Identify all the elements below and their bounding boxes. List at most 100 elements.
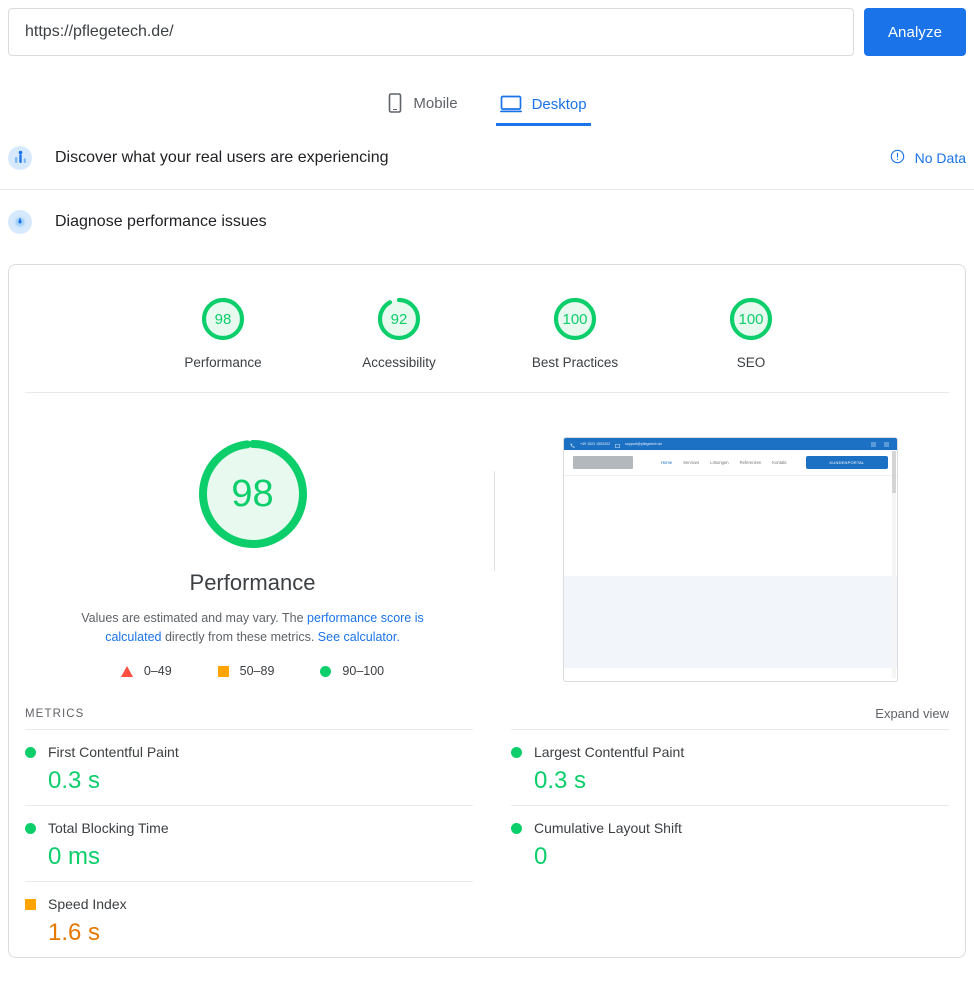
field-data-section[interactable]: Discover what your real users are experi…: [0, 126, 974, 190]
legend-range: 0–49: [143, 664, 172, 678]
metric-first-contentful-paint[interactable]: First Contentful Paint 0.3 s: [25, 729, 473, 805]
field-data-title: Discover what your real users are experi…: [55, 148, 389, 166]
legend-item-average: 50–89: [217, 664, 275, 678]
thumbnail-hero-area: [564, 476, 897, 576]
url-input[interactable]: [8, 8, 854, 56]
diagnose-title: Diagnose performance issues: [55, 213, 267, 230]
category-gauges: 98 Performance 92 Accessibility 100 Best…: [25, 265, 949, 393]
status-square-icon: [25, 898, 36, 910]
metric-value: 0.3 s: [48, 767, 101, 794]
metric-head: Cumulative Layout Shift: [511, 820, 949, 836]
real-users-icon: [8, 145, 32, 170]
legend-item-poor: 0–49: [120, 664, 172, 678]
status-circle-icon: [511, 822, 522, 834]
nav-link-referenzen: Referenzen: [739, 460, 762, 465]
gauge-performance[interactable]: 98 Performance: [164, 295, 282, 370]
note-text-1: Values are estimated and may vary. The: [81, 611, 308, 625]
metrics-column-right: Largest Contentful Paint 0.3 s Cumulativ…: [487, 729, 949, 957]
score-legend: 0–49 50–89 90–100: [120, 664, 385, 678]
circle-icon: [320, 665, 332, 677]
gauge-ring: 92: [375, 295, 423, 343]
metric-value: 0.3 s: [534, 767, 587, 794]
metrics-grid: First Contentful Paint 0.3 s Total Block…: [9, 729, 965, 957]
status-circle-icon: [25, 746, 36, 758]
nav-link-loesungen: Lösungen: [710, 460, 729, 465]
analyze-button[interactable]: Analyze: [864, 8, 966, 56]
phone-icon: [570, 438, 575, 453]
metric-head: Largest Contentful Paint: [511, 744, 949, 760]
nav-link-kontakt: Kontakt: [772, 460, 787, 465]
gauge-value: 100: [562, 310, 588, 328]
pagespeed-insights-report: Analyze Mobile Desktop: [0, 0, 974, 1008]
gauge-value: 100: [738, 310, 764, 328]
tab-desktop[interactable]: Desktop: [495, 95, 591, 126]
nav-link-services: Services: [683, 460, 700, 465]
metric-label: Speed Index: [48, 896, 127, 912]
metrics-heading: METRICS: [25, 707, 85, 720]
url-bar-row: Analyze: [0, 0, 974, 64]
legend-range: 90–100: [342, 664, 385, 678]
tab-mobile[interactable]: Mobile: [383, 93, 461, 126]
performance-heading: Performance: [189, 570, 316, 595]
no-data-label: No Data: [914, 149, 966, 166]
desktop-icon: [499, 95, 522, 113]
metrics-column-left: First Contentful Paint 0.3 s Total Block…: [25, 729, 487, 957]
diagnose-section[interactable]: Diagnose performance issues: [0, 190, 974, 254]
diagnose-icon: [8, 210, 32, 234]
square-icon: [217, 665, 229, 677]
gauge-label: Accessibility: [362, 355, 436, 370]
performance-note: Values are estimated and may vary. The p…: [53, 609, 453, 647]
metrics-header: METRICS Expand view: [9, 688, 965, 729]
hero-divider: [494, 471, 495, 571]
gauge-value: 92: [390, 310, 408, 328]
triangle-icon: [120, 665, 133, 677]
gauge-label: SEO: [736, 355, 766, 370]
lighthouse-report-card: 98 Performance 92 Accessibility 100 Best…: [8, 264, 966, 958]
big-score-value: 98: [231, 472, 274, 515]
social-icon-2: [884, 441, 889, 447]
mobile-icon: [387, 93, 403, 113]
metric-head: Speed Index: [25, 896, 473, 912]
metric-head: Total Blocking Time: [25, 820, 473, 836]
gauge-best-practices[interactable]: 100 Best Practices: [516, 295, 634, 370]
mail-icon: [615, 438, 621, 453]
metric-head: First Contentful Paint: [25, 744, 473, 760]
metric-label: First Contentful Paint: [48, 744, 179, 760]
note-text-2: directly from these metrics.: [161, 630, 318, 644]
thumbnail-topbar: +49 1523 1553202 support@pflegetech.de: [564, 438, 897, 450]
metric-label: Cumulative Layout Shift: [534, 820, 682, 836]
metric-cumulative-layout-shift[interactable]: Cumulative Layout Shift 0: [511, 805, 949, 881]
metric-value: 0: [534, 843, 548, 870]
thumbnail-nav-links: Home Services Lösungen Referenzen Kontak…: [661, 460, 787, 465]
legend-range: 50–89: [239, 664, 275, 678]
metric-largest-contentful-paint[interactable]: Largest Contentful Paint 0.3 s: [511, 729, 949, 805]
metric-speed-index[interactable]: Speed Index 1.6 s: [25, 881, 473, 957]
site-logo: [573, 456, 633, 469]
social-icon-1: [871, 441, 876, 447]
gauge-seo[interactable]: 100 SEO: [692, 295, 810, 370]
metric-total-blocking-time[interactable]: Total Blocking Time 0 ms: [25, 805, 473, 881]
gauge-label: Performance: [184, 355, 262, 370]
thumbnail-phone: +49 1523 1553202: [580, 442, 611, 446]
performance-score-block: 98 Performance Values are estimated and …: [9, 435, 496, 688]
gauge-label: Best Practices: [531, 355, 619, 370]
page-screenshot-thumbnail[interactable]: +49 1523 1553202 support@pflegetech.de H…: [563, 437, 898, 682]
screenshot-preview-area: +49 1523 1553202 support@pflegetech.de H…: [496, 435, 965, 688]
metric-value: 0 ms: [48, 843, 101, 870]
gauge-ring: 100: [727, 295, 775, 343]
gauge-accessibility[interactable]: 92 Accessibility: [340, 295, 458, 370]
metric-label: Total Blocking Time: [48, 820, 169, 836]
kundenportal-button: KUNDENPORTAL: [806, 456, 888, 469]
status-circle-icon: [511, 746, 522, 758]
expand-view-button[interactable]: Expand view: [875, 706, 949, 721]
thumbnail-email: support@pflegetech.de: [625, 442, 663, 446]
see-calculator-link[interactable]: See calculator.: [318, 630, 400, 644]
thumbnail-nav: Home Services Lösungen Referenzen Kontak…: [564, 450, 897, 476]
thumbnail-lower-area: [564, 576, 897, 668]
tab-mobile-label: Mobile: [413, 94, 458, 112]
form-factor-tabs: Mobile Desktop: [0, 70, 974, 126]
field-data-status[interactable]: No Data: [890, 149, 966, 167]
info-icon: [890, 149, 905, 167]
status-circle-icon: [25, 822, 36, 834]
tab-desktop-label: Desktop: [531, 95, 587, 113]
